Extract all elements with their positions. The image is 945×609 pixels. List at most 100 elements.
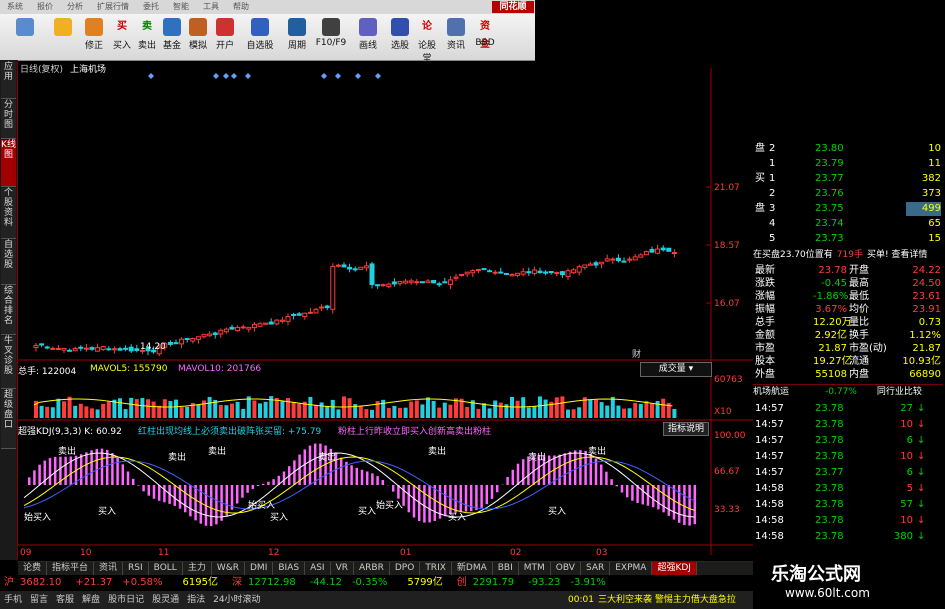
menu-item-0[interactable]: 系统 [7, 2, 23, 11]
volume-bar [235, 401, 240, 418]
left-tab-2[interactable]: K线图 [1, 140, 16, 187]
stat-value: 0.73 [918, 317, 941, 328]
volume-indicator-select[interactable]: 成交量 ▾ [640, 362, 712, 377]
status-link-0[interactable]: 手机 [4, 595, 22, 605]
candle-body [436, 283, 442, 286]
index-change: -44.12 [309, 577, 342, 588]
status-link-2[interactable]: 客服 [56, 595, 74, 605]
index-group[interactable]: 创 2291.79 -93.23 -3.91% [453, 576, 626, 590]
indicator-tab-0[interactable]: 论费 [18, 562, 48, 575]
index-group[interactable]: 深 12712.98 -44.12 -0.35% 5799亿 [228, 576, 443, 590]
indicator-tab-10[interactable]: VR [331, 562, 355, 575]
watchlist-button[interactable]: 自选股 [240, 16, 280, 58]
indicator-tab-16[interactable]: MTM [519, 562, 551, 575]
candle-body [106, 348, 112, 351]
menu-item-6[interactable]: 工具 [203, 2, 219, 11]
menu-item-3[interactable]: 扩展行情 [97, 2, 129, 11]
indicator-tab-1[interactable]: 指标平台 [47, 562, 95, 575]
volume-bar [84, 406, 89, 418]
indicator-tab-14[interactable]: 新DMA [452, 562, 493, 575]
simulate-button[interactable]: 模拟 [186, 16, 210, 58]
index-group[interactable]: 沪 3682.10 +21.37 +0.58% 6195亿 [0, 576, 218, 590]
news-button[interactable]: 资讯 [442, 16, 470, 58]
sell-button[interactable]: 卖卖出 [136, 16, 158, 58]
indicator-tab-7[interactable]: DMI [245, 562, 274, 575]
status-link-6[interactable]: 指法 [187, 595, 205, 605]
candle-body [61, 347, 67, 351]
indicator-tab-8[interactable]: BIAS [273, 562, 306, 575]
back-button[interactable] [48, 16, 78, 58]
fund-button[interactable]: 基金 [160, 16, 184, 58]
draw-button[interactable]: 画线 [350, 16, 386, 58]
orderbook-row[interactable]: 买 1 23.77 382 [753, 172, 943, 186]
indicator-help-button[interactable]: 指标说明 [663, 422, 709, 436]
volume-bar [627, 408, 632, 418]
indicator-tab-20[interactable]: 超强KDJ [652, 562, 697, 575]
left-tab-5[interactable]: 综合排名 [1, 286, 16, 335]
status-link-3[interactable]: 解盘 [82, 595, 100, 605]
orderbook-row[interactable]: 2 23.76 373 [753, 187, 943, 201]
left-tab-0[interactable]: 应用 [1, 62, 16, 99]
buy-notice[interactable]: 在买盘23.70位置有 719手 买单! 查看详情 [753, 248, 943, 262]
indicator-tab-6[interactable]: W&R [212, 562, 245, 575]
left-tab-6[interactable]: 牛叉诊股 [1, 336, 16, 389]
indicator-tab-13[interactable]: TRIX [420, 562, 452, 575]
indicator-tab-5[interactable]: 主力 [183, 562, 212, 575]
left-tab-4[interactable]: 自选股 [1, 240, 16, 285]
fix-button[interactable]: 修正 [80, 16, 108, 58]
indicator-tab-17[interactable]: OBV [551, 562, 581, 575]
indicator-tab-12[interactable]: DPO [390, 562, 421, 575]
stat-value: 24.22 [912, 265, 941, 276]
left-tab-1[interactable]: 分时图 [1, 100, 16, 139]
orderbook-row[interactable]: 5 23.73 15 [753, 232, 943, 246]
pick-button[interactable]: 选股 [388, 16, 412, 58]
indicator-tab-11[interactable]: ARBR [354, 562, 390, 575]
orderbook-row[interactable]: 4 23.74 65 [753, 217, 943, 231]
volume-bar [616, 405, 621, 418]
open-account-button[interactable]: 开户 [212, 16, 238, 58]
indicator-tab-9[interactable]: ASI [305, 562, 331, 575]
sell-signal-label: 卖出 [428, 445, 446, 457]
indicator-tab-15[interactable]: BBI [493, 562, 519, 575]
menu-item-5[interactable]: 智能 [173, 2, 189, 11]
period-button[interactable]: 周期 [282, 16, 312, 58]
menu-item-1[interactable]: 报价 [37, 2, 53, 11]
tick-volume: 5 [906, 483, 913, 494]
indicator-tab-19[interactable]: EXPMA [610, 562, 653, 575]
comment-button[interactable]: 论论股堂 [414, 16, 440, 64]
indicator-tab-2[interactable]: 资讯 [94, 562, 124, 575]
buy-button[interactable]: 买买入 [110, 16, 134, 58]
volume-bar [532, 406, 537, 418]
chart-area[interactable]: 21.07 18.57 16.07 60763 X10 100.00 66.67 33.33 始… [18, 60, 753, 560]
status-link-7[interactable]: 24小时滚动 [213, 595, 260, 605]
news-ticker[interactable]: 三大利空来袭 警惕主力借大盘急拉 [598, 591, 736, 609]
volume-bar [123, 409, 128, 418]
wealth-mark[interactable]: 财 [632, 347, 641, 360]
fundflow-button[interactable]: 资金 BBD [472, 16, 498, 58]
f10-button[interactable]: F10/F9 [314, 16, 348, 58]
menu-item-2[interactable]: 分析 [67, 2, 83, 11]
candle-body [89, 347, 95, 350]
status-link-1[interactable]: 留言 [30, 595, 48, 605]
volume-bar [179, 407, 184, 418]
display-button[interactable] [4, 16, 46, 58]
candle-body [223, 328, 229, 333]
sector-row[interactable]: 机场航运 -0.77% 同行业比较 [753, 384, 943, 399]
status-link-5[interactable]: 股灵通 [152, 595, 179, 605]
volume-bar [325, 405, 330, 418]
indicator-tab-18[interactable]: SAR [581, 562, 611, 575]
orderbook-row[interactable]: 1 23.79 11 [753, 157, 943, 171]
indicator-tab-3[interactable]: RSI [123, 562, 149, 575]
buy-notice-text: 在买盘23.70位置有 [753, 250, 833, 260]
left-tab-3[interactable]: 个股资料 [1, 188, 16, 239]
index-amount: 6195亿 [182, 577, 218, 588]
menu-item-7[interactable]: 帮助 [233, 2, 249, 11]
indicator-tab-4[interactable]: BOLL [149, 562, 183, 575]
menu-item-4[interactable]: 委托 [143, 2, 159, 11]
volume-bar [162, 399, 167, 418]
orderbook-row[interactable]: 盘 2 23.80 10 [753, 142, 943, 156]
orderbook-row[interactable]: 盘 3 23.75 499 [753, 202, 943, 216]
left-tab-7[interactable]: 超级盘口 [1, 390, 16, 449]
status-link-4[interactable]: 股市日记 [108, 595, 144, 605]
tick-price: 23.77 [815, 467, 844, 478]
